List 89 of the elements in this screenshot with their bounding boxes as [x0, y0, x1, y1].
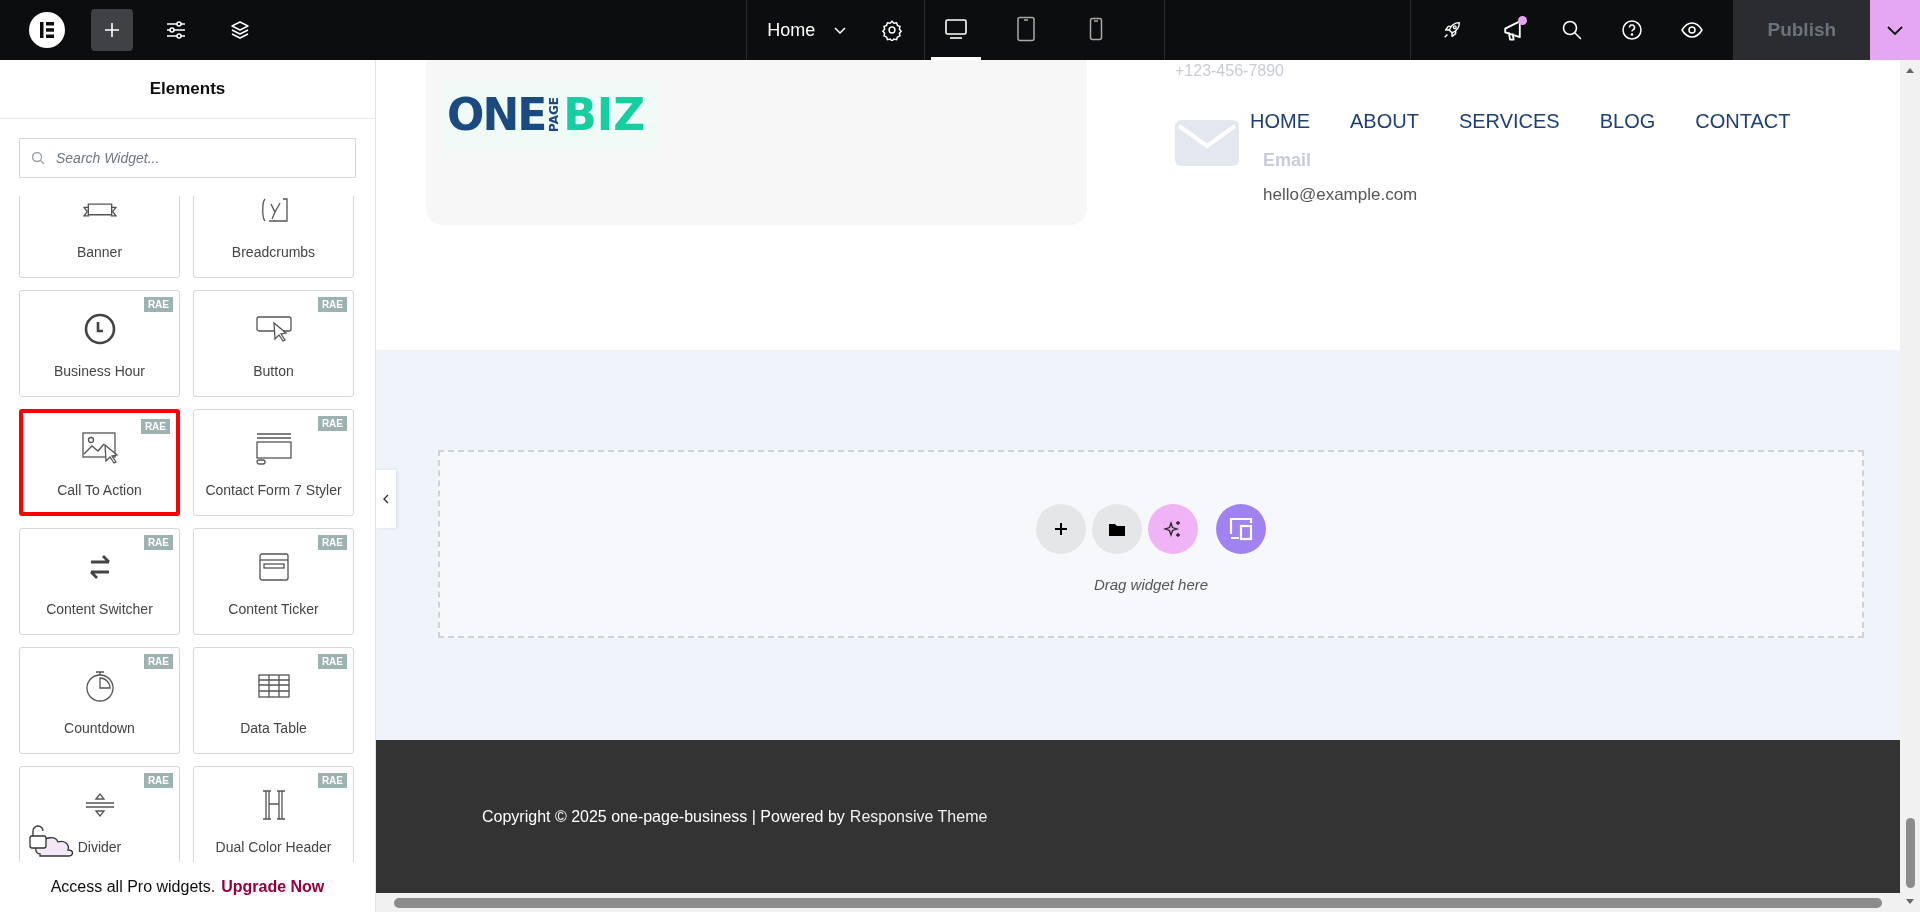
desktop-icon — [944, 17, 969, 40]
email-address: hello@example.com — [1263, 185, 1418, 205]
scroll-down-arrow-icon[interactable] — [1905, 898, 1915, 906]
pro-badge: RAE — [317, 773, 347, 788]
panel-title: Elements — [0, 60, 375, 119]
widget-card[interactable]: Banner — [19, 196, 180, 278]
widget-card[interactable]: RAE Content Ticker — [193, 528, 354, 635]
search-icon — [31, 151, 45, 165]
plus-icon — [102, 20, 122, 40]
eye-icon — [1680, 21, 1705, 39]
plus-icon — [1053, 521, 1069, 537]
site-logo[interactable]: ONE PAGE BIZ — [443, 80, 658, 150]
drop-zone[interactable]: Drag widget here — [438, 450, 1864, 638]
pro-badge: RAE — [317, 535, 347, 550]
promo-text: Access all Pro widgets. — [50, 878, 216, 896]
sliders-icon — [165, 20, 187, 40]
widget-card[interactable]: RAE Countdown — [19, 647, 180, 754]
ai-button[interactable] — [1148, 504, 1198, 554]
widget-label: Dual Color Header — [215, 839, 332, 855]
horizontal-scrollbar[interactable] — [376, 893, 1900, 912]
pro-badge: RAE — [143, 773, 173, 788]
clock-icon — [82, 312, 117, 346]
image-cursor-icon — [80, 431, 119, 465]
form-icon — [254, 431, 293, 465]
chevron-down-icon — [1886, 24, 1905, 36]
pro-badge: RAE — [317, 416, 347, 431]
app-logo-icon[interactable] — [29, 12, 65, 48]
theme-link[interactable]: Responsive Theme — [849, 807, 988, 826]
widget-card[interactable]: RAE Call To Action — [19, 409, 180, 516]
button-cursor-icon — [254, 314, 293, 344]
widget-label: Data Table — [240, 720, 307, 736]
pro-badge: RAE — [317, 297, 347, 312]
widget-card[interactable]: RAE Data Table — [193, 647, 354, 754]
widget-label: Business Hour — [53, 363, 145, 379]
widget-label: Breadcrumbs — [231, 244, 316, 260]
search-icon — [1561, 19, 1584, 41]
widget-card[interactable]: RAE Contact Form 7 Styler — [193, 409, 354, 516]
chevron-left-icon — [382, 493, 390, 505]
pro-badge: RAE — [143, 654, 173, 669]
nav-link[interactable]: SERVICES — [1458, 110, 1560, 133]
scroll-up-arrow-icon[interactable] — [1905, 66, 1915, 74]
responsive-button[interactable] — [1216, 504, 1266, 554]
megaphone-icon — [1503, 19, 1521, 41]
folder-icon — [1108, 521, 1126, 537]
table-icon — [256, 673, 291, 699]
add-element-button[interactable] — [91, 9, 133, 51]
devices-icon — [1227, 516, 1255, 542]
widget-card[interactable]: RAE Button — [193, 290, 354, 397]
widget-label: Content Ticker — [228, 601, 319, 617]
pro-badge: RAE — [143, 297, 173, 312]
upgrade-link[interactable]: Upgrade Now — [221, 878, 325, 896]
chevron-down-icon — [833, 25, 848, 35]
nav-link[interactable]: CONTACT — [1695, 110, 1791, 133]
drop-hint: Drag widget here — [1093, 576, 1209, 593]
widget-card[interactable]: RAE Content Switcher — [19, 528, 180, 635]
ribbon-icon — [82, 203, 117, 217]
tablet-icon — [1016, 15, 1037, 42]
widget-label: Call To Action — [57, 482, 142, 498]
pro-badge: RAE — [140, 419, 170, 434]
search-field[interactable]: Search Widget... — [19, 138, 356, 178]
widget-label: Content Switcher — [46, 601, 153, 617]
widget-label: Countdown — [64, 720, 135, 736]
notification-dot — [1518, 16, 1528, 25]
pro-badge: RAE — [143, 535, 173, 550]
scrollbar-thumb[interactable] — [1905, 818, 1915, 888]
widget-label: Contact Form 7 Styler — [205, 482, 342, 498]
widget-card[interactable]: RAE Business Hour — [19, 290, 180, 397]
scrollbar-thumb[interactable] — [394, 897, 1882, 908]
gear-icon — [881, 19, 904, 41]
widget-card[interactable]: Breadcrumbs — [193, 196, 354, 278]
widget-label: Banner — [76, 244, 123, 260]
help-icon — [1621, 19, 1644, 41]
widget-label: Divider — [77, 839, 122, 855]
widget-label: Button — [253, 363, 294, 379]
settings-button[interactable] — [881, 19, 904, 41]
envelope-icon — [1175, 120, 1239, 166]
template-library-button[interactable] — [1092, 504, 1142, 554]
nav-link[interactable]: ABOUT — [1350, 110, 1419, 133]
pro-badge: RAE — [317, 654, 347, 669]
nav-link[interactable]: HOME — [1250, 110, 1310, 133]
stopwatch-icon — [83, 669, 116, 703]
vertical-scrollbar[interactable] — [1900, 60, 1920, 912]
browser-window-icon — [257, 552, 290, 582]
nav-link[interactable]: BLOG — [1599, 110, 1656, 133]
mobile-icon — [1089, 16, 1104, 41]
sparkle-icon — [1163, 519, 1183, 539]
copyright-text: Copyright © 2025 one-page-business | Powered by — [482, 807, 845, 826]
layers-icon — [229, 20, 251, 40]
page-dropdown[interactable]: Home — [767, 19, 848, 41]
